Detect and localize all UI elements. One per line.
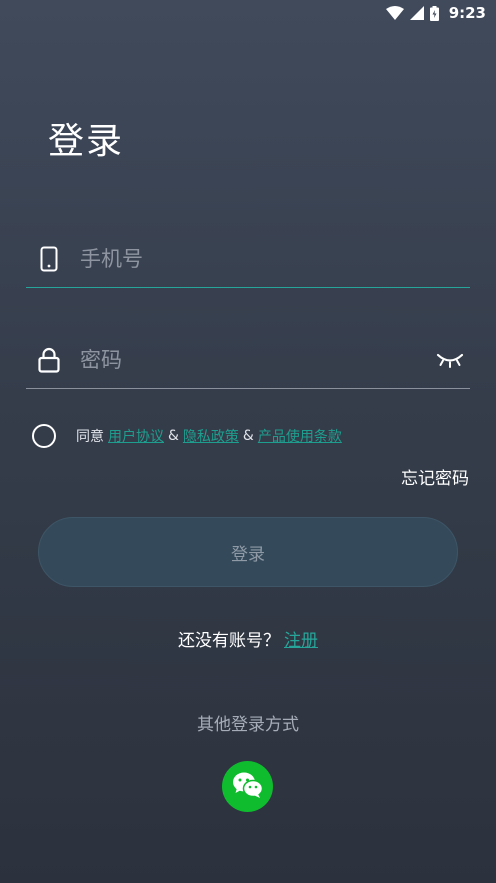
status-bar: 9:23 <box>0 0 496 26</box>
phone-icon <box>26 246 72 272</box>
password-field[interactable] <box>26 331 470 389</box>
register-row: 还没有账号？ 注册 <box>0 626 496 651</box>
agree-radio[interactable] <box>32 424 56 448</box>
agreement-separator-2: & <box>242 428 254 444</box>
agreement-prefix: 同意 <box>76 429 104 445</box>
product-terms-link[interactable]: 产品使用条款 <box>258 426 342 446</box>
forgot-password-link[interactable]: 忘记密码 <box>401 464 469 489</box>
register-link[interactable]: 注册 <box>284 631 318 651</box>
wechat-login-button[interactable] <box>222 761 273 812</box>
password-input[interactable] <box>72 347 430 372</box>
user-agreement-link[interactable]: 用户协议 <box>108 426 164 446</box>
wechat-icon <box>232 771 264 803</box>
agreement-separator-1: & <box>168 428 179 444</box>
privacy-policy-link[interactable]: 隐私政策 <box>183 426 239 446</box>
phone-input[interactable] <box>72 246 470 271</box>
lock-icon <box>26 347 72 373</box>
page-title: 登录 <box>48 121 125 162</box>
status-time: 9:23 <box>448 4 486 22</box>
signal-icon <box>409 6 424 20</box>
eye-closed-icon[interactable] <box>430 352 470 368</box>
wifi-icon <box>385 6 404 20</box>
phone-field[interactable] <box>26 230 470 288</box>
agreement-row: 同意 用户协议 & 隐私政策 & 产品使用条款 <box>32 424 342 448</box>
other-login-title: 其他登录方式 <box>197 715 299 735</box>
battery-icon <box>429 5 439 21</box>
login-button[interactable]: 登录 <box>38 517 458 587</box>
register-prompt: 还没有账号？ <box>178 631 280 651</box>
